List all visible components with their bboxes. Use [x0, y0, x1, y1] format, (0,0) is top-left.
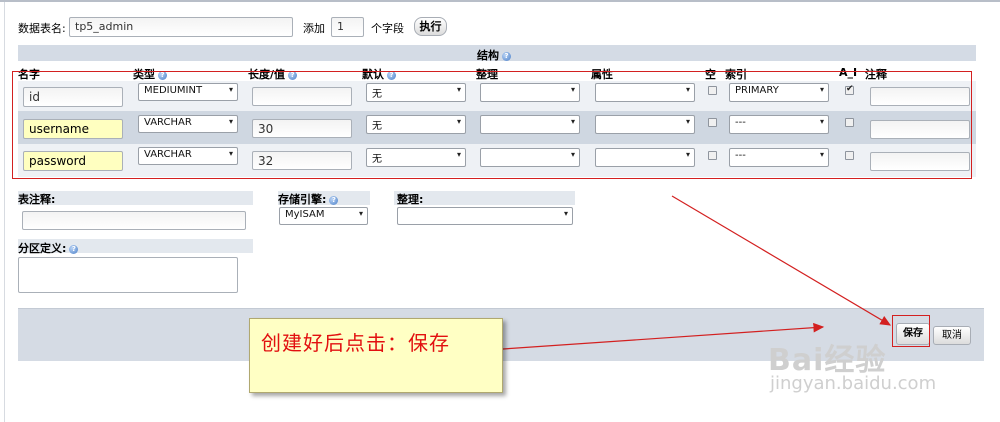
annotation-callout: 创建好后点击：保存	[249, 318, 503, 393]
watermark-url: jingyan.baidu.com	[770, 373, 937, 394]
arrow-line	[671, 195, 892, 326]
